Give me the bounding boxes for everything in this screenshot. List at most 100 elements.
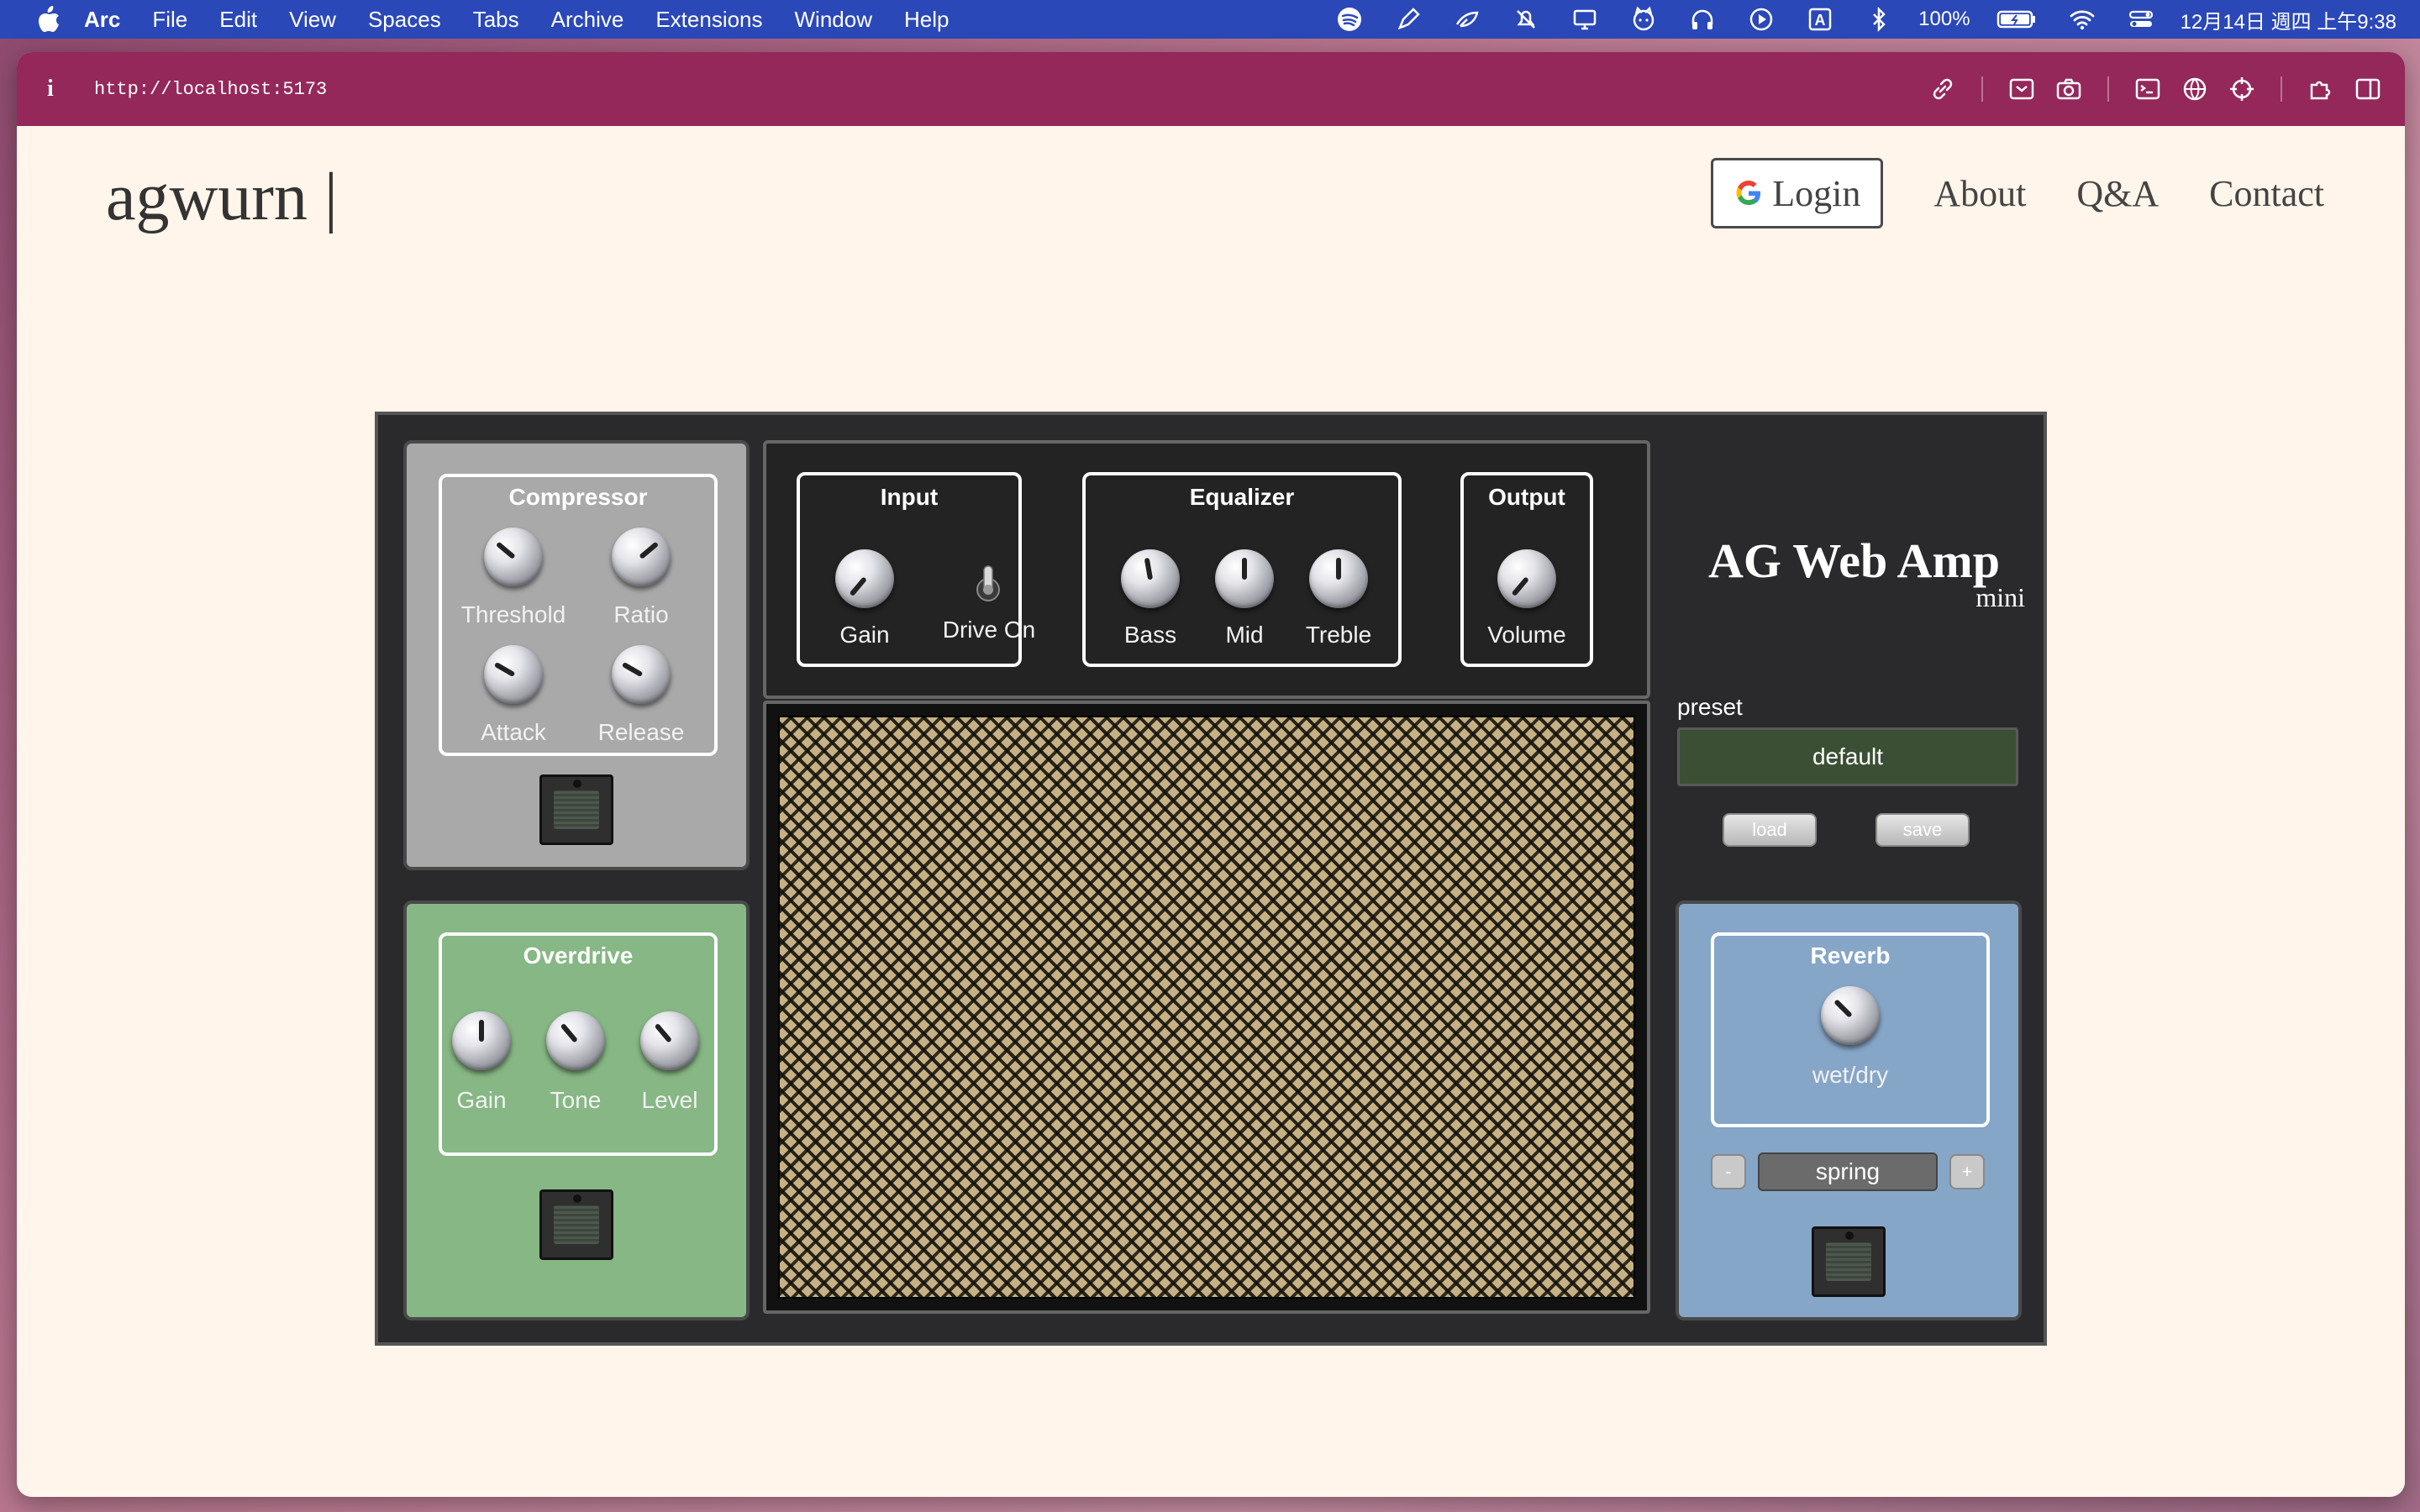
sidebar-toggle-icon[interactable] [2350, 71, 2386, 107]
control-center-icon[interactable] [2126, 4, 2156, 34]
spotify-icon[interactable] [1334, 4, 1365, 34]
compressor-title: Compressor [508, 484, 648, 510]
toolbar-separator [2281, 76, 2282, 102]
attack-label: Attack [481, 719, 546, 745]
bell-slash-icon[interactable] [1511, 4, 1541, 34]
google-icon [1736, 181, 1761, 205]
bluetooth-icon[interactable] [1864, 4, 1894, 34]
reverb-controls: Reverb wet/dry [1711, 932, 1990, 1127]
threshold-knob[interactable] [484, 528, 543, 586]
menu-tabs[interactable]: Tabs [473, 7, 519, 33]
drive-on-label: Drive On [942, 617, 1036, 643]
play-icon[interactable] [1746, 4, 1776, 34]
amp-control-panel: Input Gain Drive On Equalizer Bass Mid T… [763, 440, 1650, 699]
battery-icon[interactable] [1995, 4, 2039, 34]
overdrive-level-label: Level [641, 1087, 698, 1113]
address-bar: i http://localhost:5173 [17, 52, 2405, 126]
terminal-icon[interactable] [2130, 71, 2165, 107]
toolbar-separator [2107, 76, 2109, 102]
menu-bar: Arc File Edit View Spaces Tabs Archive E… [0, 0, 2420, 39]
clock[interactable]: 12月14日 週四 上午9:38 [2181, 5, 2396, 34]
menu-app-name[interactable]: Arc [84, 7, 120, 33]
speaker-grill-frame [763, 701, 1650, 1314]
reverb-prev-button[interactable]: - [1711, 1154, 1746, 1189]
input-source-icon[interactable]: A [1805, 4, 1835, 34]
drive-toggle-switch[interactable] [971, 563, 1005, 606]
menu-spaces[interactable]: Spaces [368, 7, 441, 33]
pen-icon[interactable] [1393, 4, 1423, 34]
menu-help[interactable]: Help [904, 7, 949, 33]
battery-percent: 100% [1918, 8, 1970, 30]
overdrive-footswitch[interactable] [539, 1189, 613, 1260]
preset-select[interactable]: default [1677, 727, 2018, 786]
crosshair-icon[interactable] [2224, 71, 2260, 107]
equalizer-title: Equalizer [1189, 484, 1295, 510]
mid-knob[interactable] [1215, 549, 1274, 608]
amp-brand-name: AG Web Amp [1707, 533, 2000, 588]
wifi-icon[interactable] [2067, 4, 2097, 34]
compressor-footswitch[interactable] [539, 774, 613, 845]
web-page: agwurn | Login About Q&A Contact Compres… [17, 126, 2405, 1497]
ratio-knob[interactable] [612, 528, 671, 586]
menu-view[interactable]: View [289, 7, 336, 33]
output-section: Output Volume [1460, 472, 1593, 667]
compressor-controls: Compressor Threshold Ratio Attack Releas… [439, 474, 718, 756]
compressor-pedal: Compressor Threshold Ratio Attack Releas… [403, 440, 750, 870]
menu-extensions[interactable]: Extensions [655, 7, 762, 33]
cat-icon[interactable] [1628, 4, 1659, 34]
preset-label: preset [1677, 694, 1743, 720]
overdrive-tone-knob[interactable] [546, 1011, 605, 1070]
attack-knob[interactable] [484, 645, 543, 704]
overdrive-level-knob[interactable] [640, 1011, 699, 1070]
url-text[interactable]: http://localhost:5173 [94, 79, 327, 100]
speaker-grill [778, 716, 1635, 1299]
overdrive-controls: Overdrive Gain Tone Level [439, 932, 718, 1156]
nav-contact[interactable]: Contact [2209, 172, 2324, 215]
equalizer-section: Equalizer Bass Mid Treble [1082, 472, 1402, 667]
overdrive-title: Overdrive [523, 942, 634, 969]
menu-archive[interactable]: Archive [551, 7, 624, 33]
svg-text:A: A [1815, 12, 1826, 29]
load-preset-button[interactable]: load [1723, 813, 1817, 847]
feather-icon[interactable] [1452, 4, 1482, 34]
volume-knob[interactable] [1497, 549, 1556, 608]
site-info-icon[interactable]: i [47, 76, 81, 102]
amp-brand: AG Web Amp mini [1689, 533, 2025, 613]
nav-qa[interactable]: Q&A [2076, 172, 2159, 215]
reverb-type-display[interactable]: spring [1758, 1152, 1938, 1191]
apple-icon[interactable] [32, 5, 66, 34]
input-section: Input Gain Drive On [797, 472, 1035, 667]
capture-icon[interactable] [2004, 71, 2039, 107]
threshold-label: Threshold [460, 601, 566, 627]
treble-knob[interactable] [1309, 549, 1368, 608]
reverb-footswitch[interactable] [1812, 1226, 1886, 1297]
nav-about[interactable]: About [1933, 172, 2026, 215]
overdrive-gain-knob[interactable] [452, 1011, 511, 1070]
site-logo[interactable]: agwurn | [106, 160, 338, 236]
globe-icon[interactable] [2177, 71, 2212, 107]
login-button[interactable]: Login [1711, 158, 1884, 228]
reverb-wetdry-knob[interactable] [1821, 986, 1880, 1045]
output-title: Output [1488, 484, 1565, 510]
copy-link-icon[interactable] [1925, 71, 1960, 107]
headphones-icon[interactable] [1687, 4, 1718, 34]
bass-knob[interactable] [1121, 549, 1180, 608]
login-label: Login [1772, 172, 1861, 214]
reverb-title: Reverb [1810, 942, 1891, 969]
camera-icon[interactable] [2051, 71, 2086, 107]
display-icon[interactable] [1570, 4, 1600, 34]
input-gain-knob[interactable] [835, 549, 894, 608]
volume-label: Volume [1487, 622, 1566, 648]
amp-cabinet: Compressor Threshold Ratio Attack Releas… [375, 412, 2047, 1346]
menu-edit[interactable]: Edit [219, 7, 257, 33]
save-preset-button[interactable]: save [1876, 813, 1970, 847]
browser-window: i http://localhost:5173 agwurn | Login A… [17, 52, 2405, 1497]
extensions-icon[interactable] [2303, 71, 2338, 107]
release-knob[interactable] [612, 645, 671, 704]
toolbar-separator [1981, 76, 1983, 102]
menu-window[interactable]: Window [795, 7, 872, 33]
menu-file[interactable]: File [152, 7, 187, 33]
reverb-pedal: Reverb wet/dry - spring + [1676, 900, 2022, 1320]
site-nav: Login About Q&A Contact [1711, 158, 2324, 228]
reverb-next-button[interactable]: + [1949, 1154, 1985, 1189]
